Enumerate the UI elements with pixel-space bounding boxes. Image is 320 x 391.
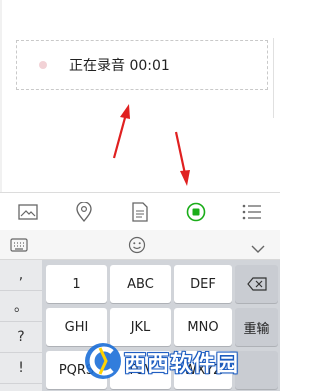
arrow-to-recording-icon (112, 104, 130, 159)
arrow-to-record-button-icon (174, 131, 190, 186)
punct-key[interactable]: ! (0, 353, 42, 384)
location-button[interactable] (64, 193, 104, 230)
watermark-text: 西西软件园 (124, 352, 240, 377)
watermark-logo-icon (85, 343, 121, 379)
key-abc[interactable]: ABC (110, 265, 171, 303)
file-button[interactable] (120, 193, 160, 230)
emoji-icon (128, 236, 146, 254)
emoji-button[interactable] (128, 236, 146, 258)
backspace-icon (246, 277, 267, 291)
site-watermark: 西西软件园 (82, 338, 272, 384)
image-icon (18, 203, 38, 220)
key-def[interactable]: DEF (174, 265, 232, 303)
list-button[interactable] (232, 193, 272, 230)
location-icon (76, 201, 92, 222)
record-button[interactable] (176, 193, 216, 230)
keyboard-switch-button[interactable] (10, 237, 28, 256)
recording-dot-icon (39, 61, 47, 69)
list-icon (242, 204, 261, 219)
punctuation-column: , 。 ? ! (0, 260, 42, 391)
editor-scroll-edge (273, 38, 280, 118)
attachment-toolbar (0, 192, 280, 230)
recording-status-text: 正在录音 00:01 (69, 58, 170, 74)
backspace-button[interactable] (235, 265, 278, 303)
recording-indicator: 正在录音 00:01 (16, 40, 268, 90)
keyboard-top-bar (0, 230, 280, 260)
chevron-down-icon (251, 245, 265, 253)
punct-key[interactable]: 。 (0, 291, 42, 322)
key-1[interactable]: 1 (46, 265, 107, 303)
message-editor[interactable]: 正在录音 00:01 (0, 0, 280, 192)
record-icon (186, 202, 206, 221)
punct-key[interactable]: , (0, 260, 42, 291)
editor-left-edge (0, 0, 2, 192)
keyboard-icon (10, 238, 28, 252)
image-button[interactable] (8, 193, 48, 230)
file-icon (132, 201, 148, 222)
collapse-keyboard-button[interactable] (250, 239, 266, 258)
punct-key[interactable]: ? (0, 322, 42, 353)
